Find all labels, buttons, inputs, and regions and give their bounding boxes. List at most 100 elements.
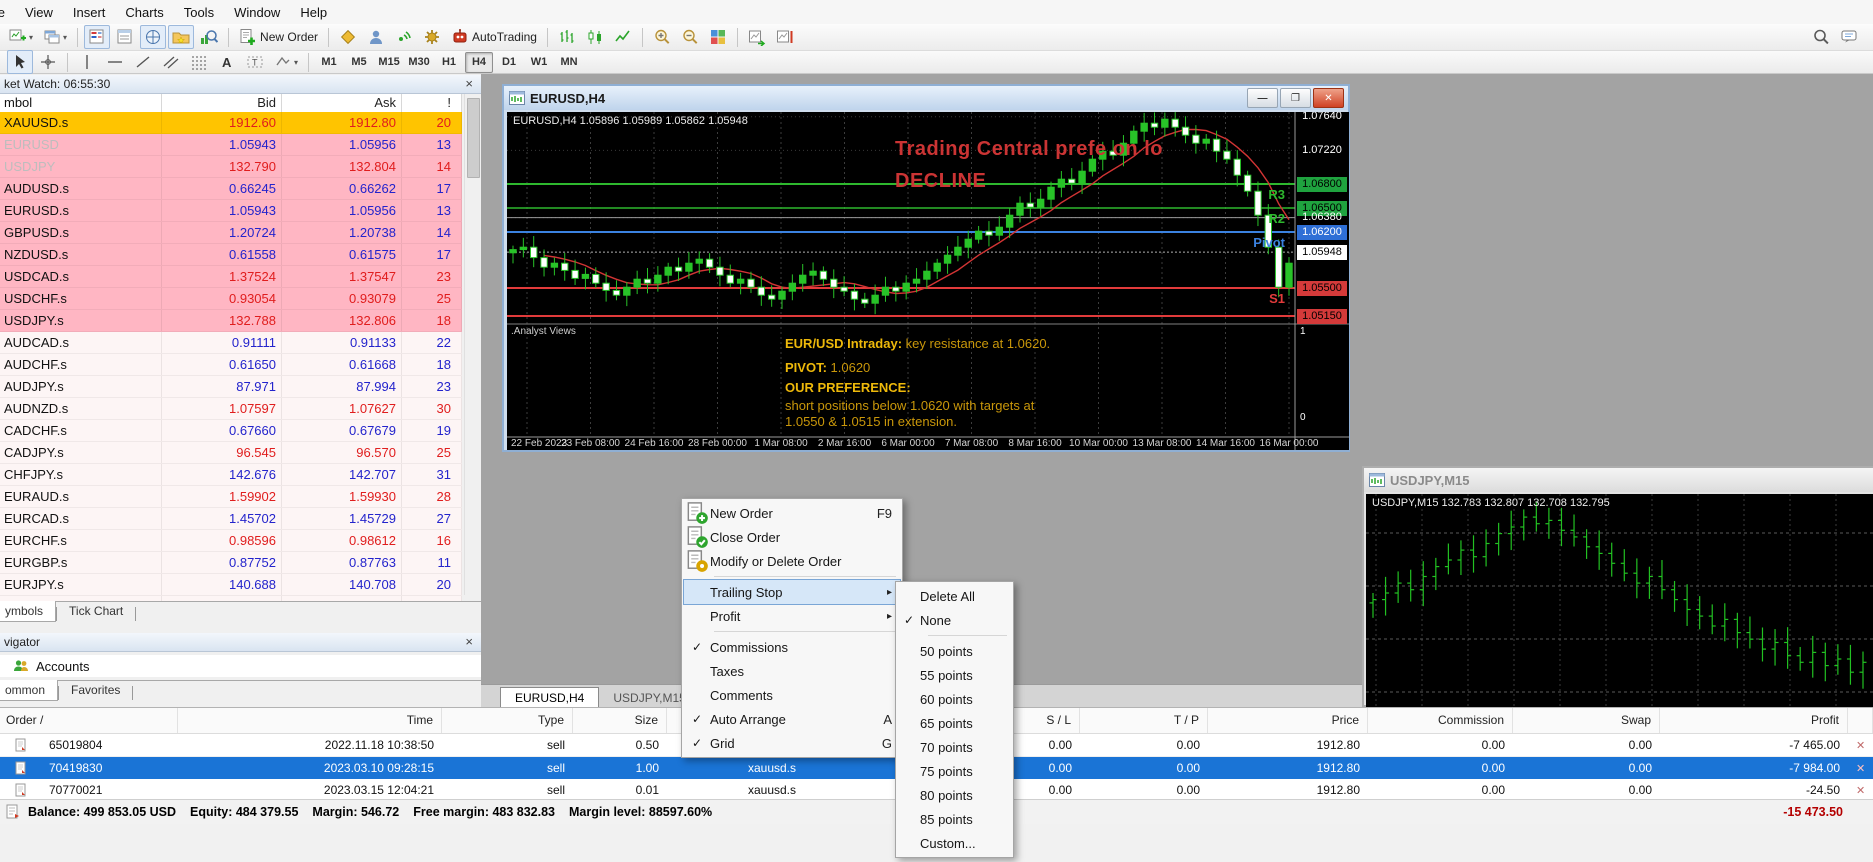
auto-scroll-button[interactable] — [744, 25, 770, 49]
market-watch-row-eurusd-s[interactable]: EURUSD.s1.059431.0595613 — [0, 200, 462, 222]
menu-item-modify-or-delete-order[interactable]: Modify or Delete Order — [684, 549, 900, 573]
candlestick-button[interactable] — [582, 25, 608, 49]
market-watch-row-audjpy-s[interactable]: AUDJPY.s87.97187.99423 — [0, 376, 462, 398]
column-symbol[interactable]: mbol — [0, 94, 162, 112]
timeframe-mn[interactable]: MN — [555, 52, 583, 73]
chart-shift-button[interactable] — [772, 25, 798, 49]
menu-item-grid[interactable]: ✓GridG — [684, 731, 900, 755]
channel-button[interactable] — [158, 50, 184, 74]
menu-item-trailing-stop[interactable]: Trailing Stop▸ — [684, 580, 900, 604]
market-watch-row-audchf-s[interactable]: AUDCHF.s0.616500.6166818 — [0, 354, 462, 376]
scrollbar-thumb[interactable] — [467, 98, 480, 178]
data-window-toggle[interactable] — [112, 25, 138, 49]
label-button[interactable]: T — [242, 50, 268, 74]
column-spread[interactable]: ! — [402, 94, 462, 112]
menu-view[interactable]: View — [15, 2, 63, 23]
terminal-col-profit[interactable]: Profit — [1660, 708, 1848, 733]
market-watch-row-eurjpy-s[interactable]: EURJPY.s140.688140.70820 — [0, 574, 462, 596]
market-watch-row-audnzd-s[interactable]: AUDNZD.s1.075971.0762730 — [0, 398, 462, 420]
menu-item-60-points[interactable]: 60 points — [898, 687, 1011, 711]
tab-favorites[interactable]: Favorites — [59, 680, 132, 700]
close-button[interactable]: ✕ — [1313, 88, 1344, 108]
menu-file[interactable]: File — [0, 2, 15, 23]
line-chart-button[interactable] — [610, 25, 636, 49]
alerts-button[interactable] — [391, 25, 417, 49]
market-watch-row-cadjpy-s[interactable]: CADJPY.s96.54596.57025 — [0, 442, 462, 464]
fibonacci-button[interactable] — [186, 50, 212, 74]
market-watch-row-nzdusd-s[interactable]: NZDUSD.s0.615580.6157517 — [0, 244, 462, 266]
timeframe-h1[interactable]: H1 — [435, 52, 463, 73]
market-watch-row-cadchf-s[interactable]: CADCHF.s0.676600.6767919 — [0, 420, 462, 442]
zoom-in-button[interactable] — [649, 25, 675, 49]
menu-item-new-order[interactable]: New OrderF9 — [684, 501, 900, 525]
terminal-col-size[interactable]: Size — [573, 708, 667, 733]
terminal-col-commission[interactable]: Commission — [1368, 708, 1513, 733]
tab-ymbols[interactable]: ymbols — [0, 601, 56, 622]
menu-item-comments[interactable]: Comments — [684, 683, 900, 707]
minimize-button[interactable]: — — [1247, 88, 1278, 108]
autotrading-button[interactable]: AutoTrading — [447, 25, 541, 49]
menu-item-85-points[interactable]: 85 points — [898, 807, 1011, 831]
close-position-icon[interactable]: ✕ — [1848, 762, 1873, 775]
tile-windows-button[interactable] — [705, 25, 731, 49]
market-watch-row-audcad-s[interactable]: AUDCAD.s0.911110.9113322 — [0, 332, 462, 354]
eurusd-chart[interactable]: EURUSD,H4 1.05896 1.05989 1.05862 1.0594… — [507, 112, 1349, 450]
trendline-button[interactable] — [130, 50, 156, 74]
cursor-button[interactable] — [7, 50, 33, 74]
terminal-col-type[interactable]: Type — [442, 708, 573, 733]
menu-item-70-points[interactable]: 70 points — [898, 735, 1011, 759]
menu-item-commissions[interactable]: ✓Commissions — [684, 635, 900, 659]
timeframe-w1[interactable]: W1 — [525, 52, 553, 73]
terminal-col-close[interactable] — [1848, 708, 1873, 733]
market-watch-scrollbar[interactable] — [464, 94, 481, 595]
crosshair-button[interactable] — [35, 50, 61, 74]
tab-ommon[interactable]: ommon — [0, 680, 58, 701]
timeframe-m30[interactable]: M30 — [405, 52, 433, 73]
tab-tick-chart[interactable]: Tick Chart — [57, 601, 135, 621]
menu-item-65-points[interactable]: 65 points — [898, 711, 1011, 735]
new-chart-button[interactable]: ▾ — [5, 25, 37, 49]
terminal-col-price[interactable]: Price — [1208, 708, 1368, 733]
market-watch-row-audusd-s[interactable]: AUDUSD.s0.662450.6626217 — [0, 178, 462, 200]
market-watch-toggle[interactable] — [84, 25, 110, 49]
timeframe-m15[interactable]: M15 — [375, 52, 403, 73]
market-watch-row-chfjpy-s[interactable]: CHFJPY.s142.676142.70731 — [0, 464, 462, 486]
timeframe-d1[interactable]: D1 — [495, 52, 523, 73]
restore-button[interactable]: ❐ — [1280, 88, 1311, 108]
menu-window[interactable]: Window — [224, 2, 290, 23]
menu-insert[interactable]: Insert — [63, 2, 116, 23]
expert-advisors-button[interactable] — [363, 25, 389, 49]
menu-item-taxes[interactable]: Taxes — [684, 659, 900, 683]
search-button[interactable] — [1808, 25, 1834, 49]
profiles-button[interactable]: ▾ — [39, 25, 71, 49]
vertical-line-button[interactable] — [74, 50, 100, 74]
menu-item-none[interactable]: ✓None — [898, 608, 1011, 632]
terminal-col-tp[interactable]: T / P — [1080, 708, 1208, 733]
menu-charts[interactable]: Charts — [115, 2, 173, 23]
navigator-toggle[interactable] — [140, 25, 166, 49]
timeframe-m1[interactable]: M1 — [315, 52, 343, 73]
text-button[interactable]: A — [214, 50, 240, 74]
close-position-icon[interactable]: ✕ — [1848, 739, 1873, 752]
timeframe-h4[interactable]: H4 — [465, 52, 493, 73]
market-watch-row-eurgbp-s[interactable]: EURGBP.s0.877520.8776311 — [0, 552, 462, 574]
column-ask[interactable]: Ask — [282, 94, 402, 112]
menu-item-50-points[interactable]: 50 points — [898, 639, 1011, 663]
market-watch-row-eurchf-s[interactable]: EURCHF.s0.985960.9861216 — [0, 530, 462, 552]
market-watch-row-usdjpy-s[interactable]: USDJPY.s132.788132.80618 — [0, 310, 462, 332]
window-titlebar[interactable]: EURUSD,H4 — ❐ ✕ — [504, 86, 1348, 110]
market-watch-row-usdjpy[interactable]: USDJPY132.790132.80414 — [0, 156, 462, 178]
options-button[interactable] — [419, 25, 445, 49]
usdjpy-chart[interactable]: USDJPY,M15 132.783 132.807 132.708 132.7… — [1366, 494, 1873, 707]
zoom-out-button[interactable] — [677, 25, 703, 49]
timeframe-m5[interactable]: M5 — [345, 52, 373, 73]
market-watch-row-eurusd[interactable]: EURUSD1.059431.0595613 — [0, 134, 462, 156]
market-watch-row-euraud-s[interactable]: EURAUD.s1.599021.5993028 — [0, 486, 462, 508]
close-position-icon[interactable]: ✕ — [1848, 784, 1873, 797]
navigator-item-accounts[interactable]: Accounts — [0, 655, 481, 677]
window-titlebar[interactable]: USDJPY,M15 — [1364, 468, 1873, 492]
menu-item-80-points[interactable]: 80 points — [898, 783, 1011, 807]
chart-tab-eurusd-h4[interactable]: EURUSD,H4 — [500, 687, 599, 708]
menu-item-auto-arrange[interactable]: ✓Auto ArrangeA — [684, 707, 900, 731]
terminal-col-time[interactable]: Time — [178, 708, 442, 733]
